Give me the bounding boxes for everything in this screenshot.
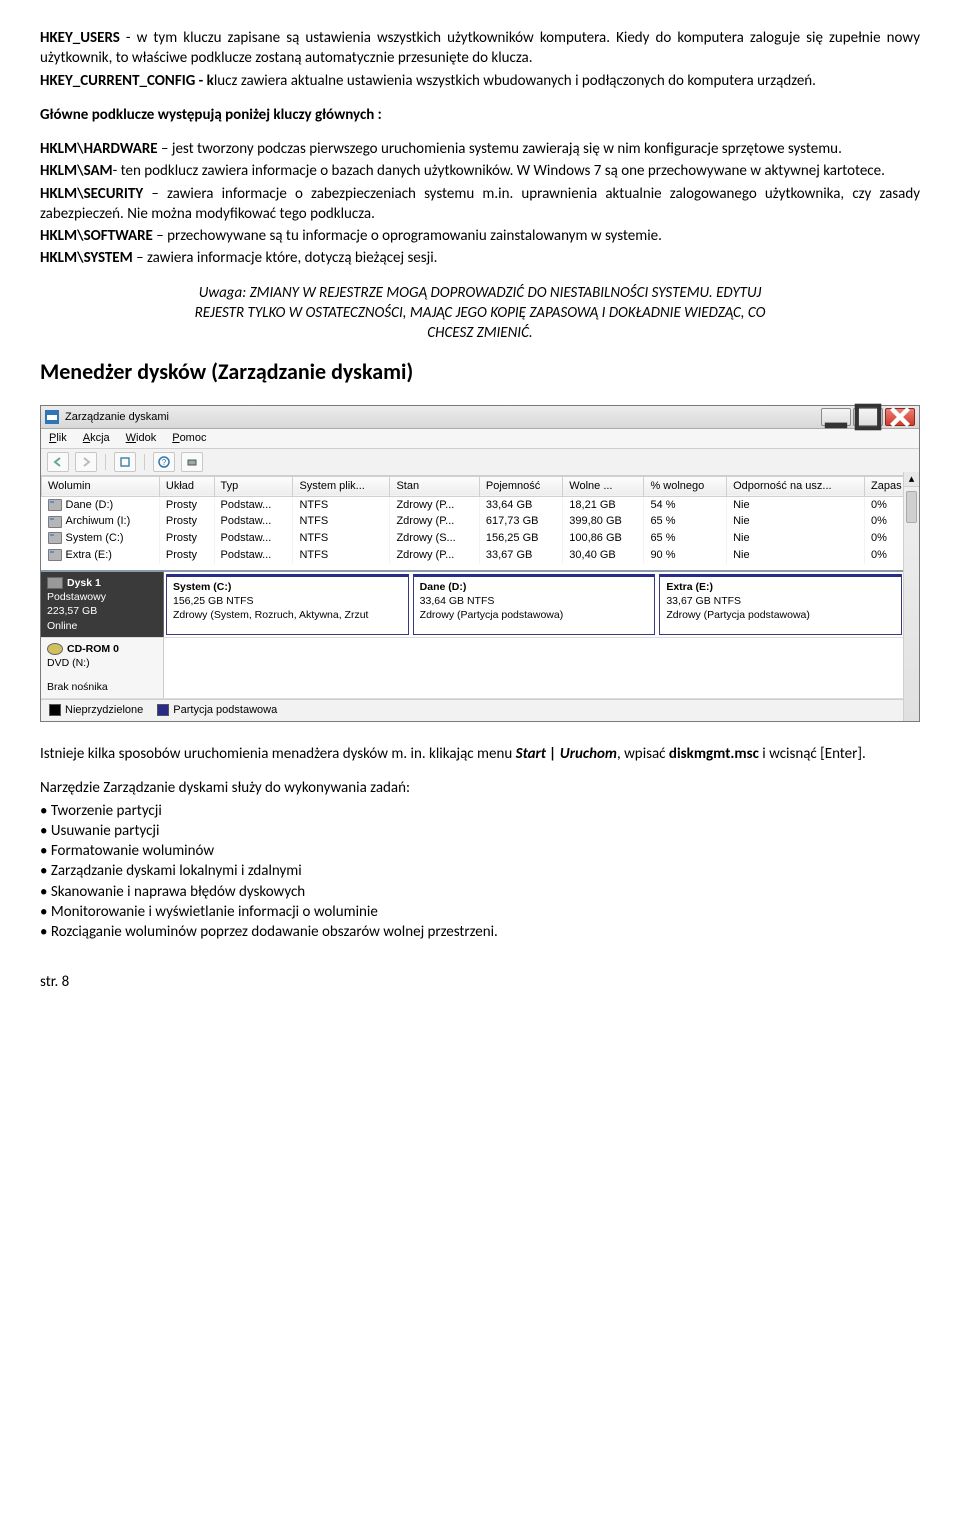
table-header-row: Wolumin Układ Typ System plik... Stan Po…	[42, 476, 919, 496]
table-row[interactable]: Archiwum (I:)ProstyPodstaw...NTFSZdrowy …	[42, 513, 919, 530]
key-name: HKLM\SECURITY	[40, 185, 143, 203]
col-status[interactable]: Stan	[390, 476, 479, 496]
page-number: str. 8	[40, 972, 920, 992]
body-text: - w tym kluczu zapisane są ustawienia ws…	[40, 29, 920, 67]
key-name: HKLM\SYSTEM	[40, 249, 133, 267]
menubar: Plik Akcja Widok Pomoc	[41, 429, 919, 449]
subheading: Główne podklucze występują poniżej klucz…	[40, 105, 920, 125]
close-button[interactable]	[885, 408, 915, 426]
paragraph: HKLM\SOFTWARE – przechowywane są tu info…	[40, 226, 920, 246]
refresh-button[interactable]	[181, 452, 203, 472]
partition[interactable]: Dane (D:)33,64 GB NTFSZdrowy (Partycja p…	[413, 574, 656, 635]
warning-note: Uwaga: ZMIANY W REJESTRZE MOGĄ DOPROWADZ…	[40, 283, 920, 344]
list-item: Zarządzanie dyskami lokalnymi i zdalnymi	[40, 861, 920, 881]
body-text: – jest tworzony podczas pierwszego uruch…	[158, 140, 842, 158]
list-item: Monitorowanie i wyświetlanie informacji …	[40, 902, 920, 922]
scroll-up-icon[interactable]: ▴	[904, 472, 919, 487]
disk-header: Dysk 1 Podstawowy 223,57 GB Online	[41, 572, 164, 637]
disk-row[interactable]: Dysk 1 Podstawowy 223,57 GB Online Syste…	[41, 572, 904, 638]
menu-file[interactable]: Plik	[49, 431, 67, 446]
scrollbar-vertical[interactable]: ▴	[903, 472, 919, 721]
body-text: - ten podklucz zawiera informacje o baza…	[113, 162, 885, 180]
legend: Nieprzydzielone Partycja podstawowa	[41, 699, 904, 721]
body-text: – zawiera informacje o zabezpieczeniach …	[40, 185, 920, 223]
key-name: HKEY_USERS	[40, 29, 120, 47]
list-item: Rozciąganie woluminów poprzez dodawanie …	[40, 922, 920, 942]
key-name: HKLM\SAM	[40, 162, 113, 180]
disk-graphics: Dysk 1 Podstawowy 223,57 GB Online Syste…	[41, 570, 904, 699]
back-button[interactable]	[47, 452, 69, 472]
list-item: Formatowanie woluminów	[40, 841, 920, 861]
paragraph: HKLM\SYSTEM – zawiera informacje które, …	[40, 248, 920, 268]
list-item: Skanowanie i naprawa błędów dyskowych	[40, 882, 920, 902]
forward-button[interactable]	[75, 452, 97, 472]
col-free[interactable]: Wolne ...	[563, 476, 644, 496]
key-name: HKEY_CURRENT_CONFIG - k	[40, 72, 214, 90]
col-layout[interactable]: Układ	[159, 476, 214, 496]
col-capacity[interactable]: Pojemność	[479, 476, 562, 496]
help-button[interactable]: ?	[153, 452, 175, 472]
volume-icon	[48, 532, 62, 544]
window-title: Zarządzanie dyskami	[65, 410, 169, 425]
body-text: – zawiera informacje które, dotyczą bież…	[133, 249, 438, 267]
tasks-list: Tworzenie partycjiUsuwanie partycjiForma…	[40, 801, 920, 943]
titlebar[interactable]: Zarządzanie dyskami	[41, 406, 919, 429]
paragraph: HKEY_USERS - w tym kluczu zapisane są us…	[40, 28, 920, 69]
col-fs[interactable]: System plik...	[293, 476, 390, 496]
col-volume[interactable]: Wolumin	[42, 476, 160, 496]
legend-primary-label: Partycja podstawowa	[173, 704, 277, 716]
paragraph: Istnieje kilka sposobów uruchomienia men…	[40, 744, 920, 764]
col-type[interactable]: Typ	[214, 476, 293, 496]
body-text: lucz zawiera aktualne ustawienia wszystk…	[214, 72, 816, 90]
disk-row-cd[interactable]: CD-ROM 0 DVD (N:) Brak nośnika	[41, 638, 904, 700]
svg-text:?: ?	[162, 458, 167, 467]
table-row[interactable]: System (C:)ProstyPodstaw...NTFSZdrowy (S…	[42, 530, 919, 547]
col-fault[interactable]: Odporność na usz...	[727, 476, 865, 496]
cd-icon	[47, 643, 63, 655]
table-row[interactable]: Dane (D:)ProstyPodstaw...NTFSZdrowy (P..…	[42, 496, 919, 513]
menu-action[interactable]: Akcja	[83, 431, 110, 446]
app-icon	[45, 410, 59, 424]
paragraph: HKLM\SAM- ten podklucz zawiera informacj…	[40, 161, 920, 181]
menu-view[interactable]: Widok	[126, 431, 157, 446]
body-text: – przechowywane są tu informacje o oprog…	[153, 227, 662, 245]
table-row[interactable]: Extra (E:)ProstyPodstaw...NTFSZdrowy (P.…	[42, 547, 919, 564]
paragraph: HKLM\SECURITY – zawiera informacje o zab…	[40, 184, 920, 225]
section-heading: Menedżer dysków (Zarządzanie dyskami)	[40, 357, 920, 387]
properties-button[interactable]	[114, 452, 136, 472]
partition[interactable]: System (C:)156,25 GB NTFSZdrowy (System,…	[166, 574, 409, 635]
key-name: HKLM\HARDWARE	[40, 140, 158, 158]
volume-icon	[48, 499, 62, 511]
disk-management-window: Zarządzanie dyskami Plik Akcja Widok Pom…	[40, 405, 920, 722]
legend-primary-icon	[157, 704, 169, 716]
col-pctfree[interactable]: % wolnego	[644, 476, 727, 496]
cd-header: CD-ROM 0 DVD (N:) Brak nośnika	[41, 638, 164, 699]
volume-icon	[48, 549, 62, 561]
scroll-thumb[interactable]	[906, 491, 917, 523]
minimize-button[interactable]	[821, 408, 851, 426]
list-item: Usuwanie partycji	[40, 821, 920, 841]
maximize-button[interactable]	[853, 408, 883, 426]
partition[interactable]: Extra (E:)33,67 GB NTFSZdrowy (Partycja …	[659, 574, 902, 635]
legend-unallocated-icon	[49, 704, 61, 716]
key-name: HKLM\SOFTWARE	[40, 227, 153, 245]
disk-icon	[47, 577, 63, 589]
paragraph: HKLM\HARDWARE – jest tworzony podczas pi…	[40, 139, 920, 159]
volume-icon	[48, 516, 62, 528]
tasks-heading: Narzędzie Zarządzanie dyskami służy do w…	[40, 778, 920, 798]
volume-table: Wolumin Układ Typ System plik... Stan Po…	[41, 476, 919, 564]
menu-help[interactable]: Pomoc	[172, 431, 206, 446]
paragraph: HKEY_CURRENT_CONFIG - klucz zawiera aktu…	[40, 71, 920, 91]
list-item: Tworzenie partycji	[40, 801, 920, 821]
legend-unallocated-label: Nieprzydzielone	[65, 704, 143, 716]
toolbar: ?	[41, 449, 919, 476]
